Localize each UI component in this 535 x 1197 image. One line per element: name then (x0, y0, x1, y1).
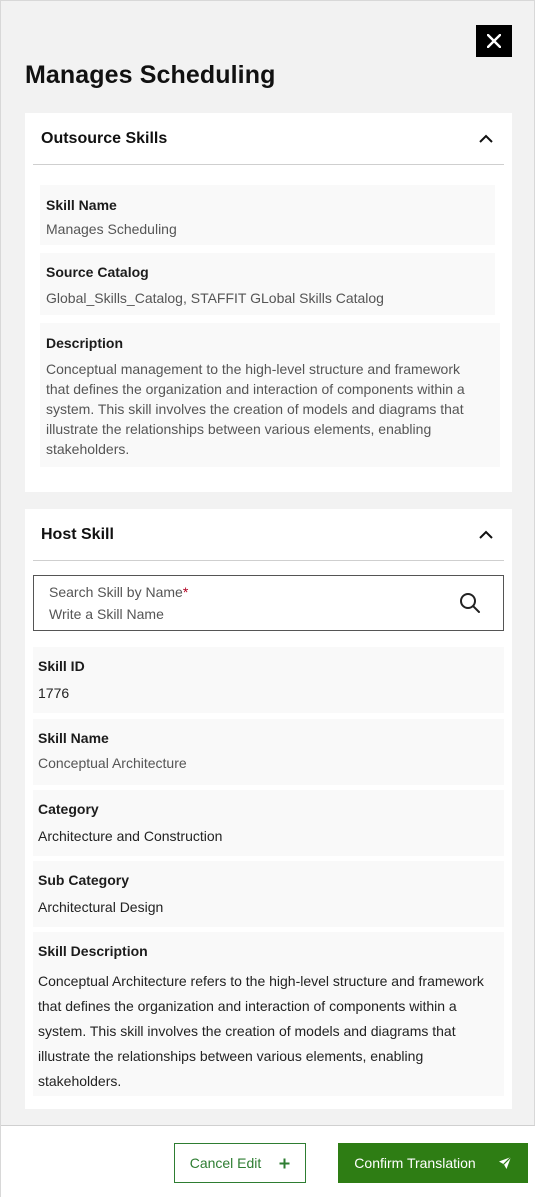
description-text: Conceptual management to the high-level … (46, 359, 501, 459)
description-line: Conceptual Architecture refers to the hi… (38, 973, 484, 989)
field-value: 1776 (38, 685, 70, 701)
field-value: Global_Skills_Catalog, STAFFIT GLobal Sk… (46, 290, 384, 306)
field-label: Skill Name (38, 730, 109, 746)
send-icon (498, 1156, 512, 1169)
cancel-edit-button[interactable]: Cancel Edit (174, 1143, 306, 1183)
chevron-up-icon[interactable] (476, 129, 496, 149)
description-line: Conceptual management to the high-level … (46, 361, 460, 377)
field-value: Architecture and Construction (38, 828, 223, 844)
field-label: Skill ID (38, 658, 85, 674)
search-icon[interactable] (459, 592, 481, 614)
confirm-translation-button[interactable]: Confirm Translation (338, 1143, 528, 1183)
field-label: Skill Name (46, 197, 117, 213)
search-skill-input[interactable] (49, 606, 429, 622)
close-button[interactable] (476, 25, 512, 57)
field-label: Category (38, 801, 99, 817)
outsource-source-catalog-field: Source Catalog Global_Skills_Catalog, ST… (40, 253, 495, 315)
field-label: Source Catalog (46, 264, 149, 280)
host-skill-name-field: Skill Name Conceptual Architecture (33, 719, 504, 785)
outsource-skills-card: Outsource Skills Skill Name Manages Sche… (25, 113, 512, 492)
cancel-edit-label: Cancel Edit (189, 1155, 262, 1171)
chevron-up-icon[interactable] (476, 525, 496, 545)
field-value: Manages Scheduling (46, 221, 177, 237)
outsource-description-field: Description Conceptual management to the… (40, 323, 500, 467)
skill-translation-panel: Manages Scheduling Outsource Skills Skil… (0, 0, 535, 1197)
host-skill-card: Host Skill Search Skill by Name* Skill I… (25, 509, 512, 1109)
description-line: that defines the organization and intera… (46, 381, 465, 397)
field-value: Architectural Design (38, 899, 164, 915)
page-title: Manages Scheduling (25, 61, 276, 89)
host-skill-title: Host Skill (41, 525, 114, 543)
description-line: system. This skill involves the creation… (46, 401, 464, 417)
outsource-skills-title: Outsource Skills (41, 129, 168, 147)
skill-description-text: Conceptual Architecture refers to the hi… (38, 969, 502, 1094)
action-footer: Cancel Edit Confirm Translation (1, 1125, 535, 1197)
outsource-skill-name-field: Skill Name Manages Scheduling (40, 185, 495, 245)
field-value: Conceptual Architecture (38, 755, 187, 771)
field-label: Skill Description (38, 943, 148, 959)
description-line: illustrate the relationships between var… (38, 1048, 424, 1064)
host-skill-id-field: Skill ID 1776 (33, 647, 504, 713)
field-label: Sub Category (38, 872, 130, 888)
description-line: illustrate the relationships between var… (46, 421, 432, 437)
search-skill-label: Search Skill by Name* (49, 584, 189, 600)
plus-icon (279, 1158, 290, 1168)
host-category-field: Category Architecture and Construction (33, 790, 504, 856)
outsource-skills-header[interactable]: Outsource Skills (33, 113, 504, 165)
host-skill-header[interactable]: Host Skill (33, 509, 504, 561)
description-line: system. This skill involves the creation… (38, 1023, 456, 1039)
description-line: stakeholders. (38, 1073, 122, 1089)
search-skill-field[interactable]: Search Skill by Name* (33, 575, 504, 631)
close-icon (487, 34, 501, 48)
confirm-translation-label: Confirm Translation (354, 1155, 476, 1171)
description-line: that defines the organization and intera… (38, 998, 457, 1014)
host-sub-category-field: Sub Category Architectural Design (33, 861, 504, 927)
field-label: Description (46, 335, 124, 351)
description-line: stakeholders. (46, 441, 130, 457)
host-skill-description-field: Skill Description Conceptual Architectur… (33, 932, 504, 1096)
required-asterisk: * (182, 584, 189, 600)
